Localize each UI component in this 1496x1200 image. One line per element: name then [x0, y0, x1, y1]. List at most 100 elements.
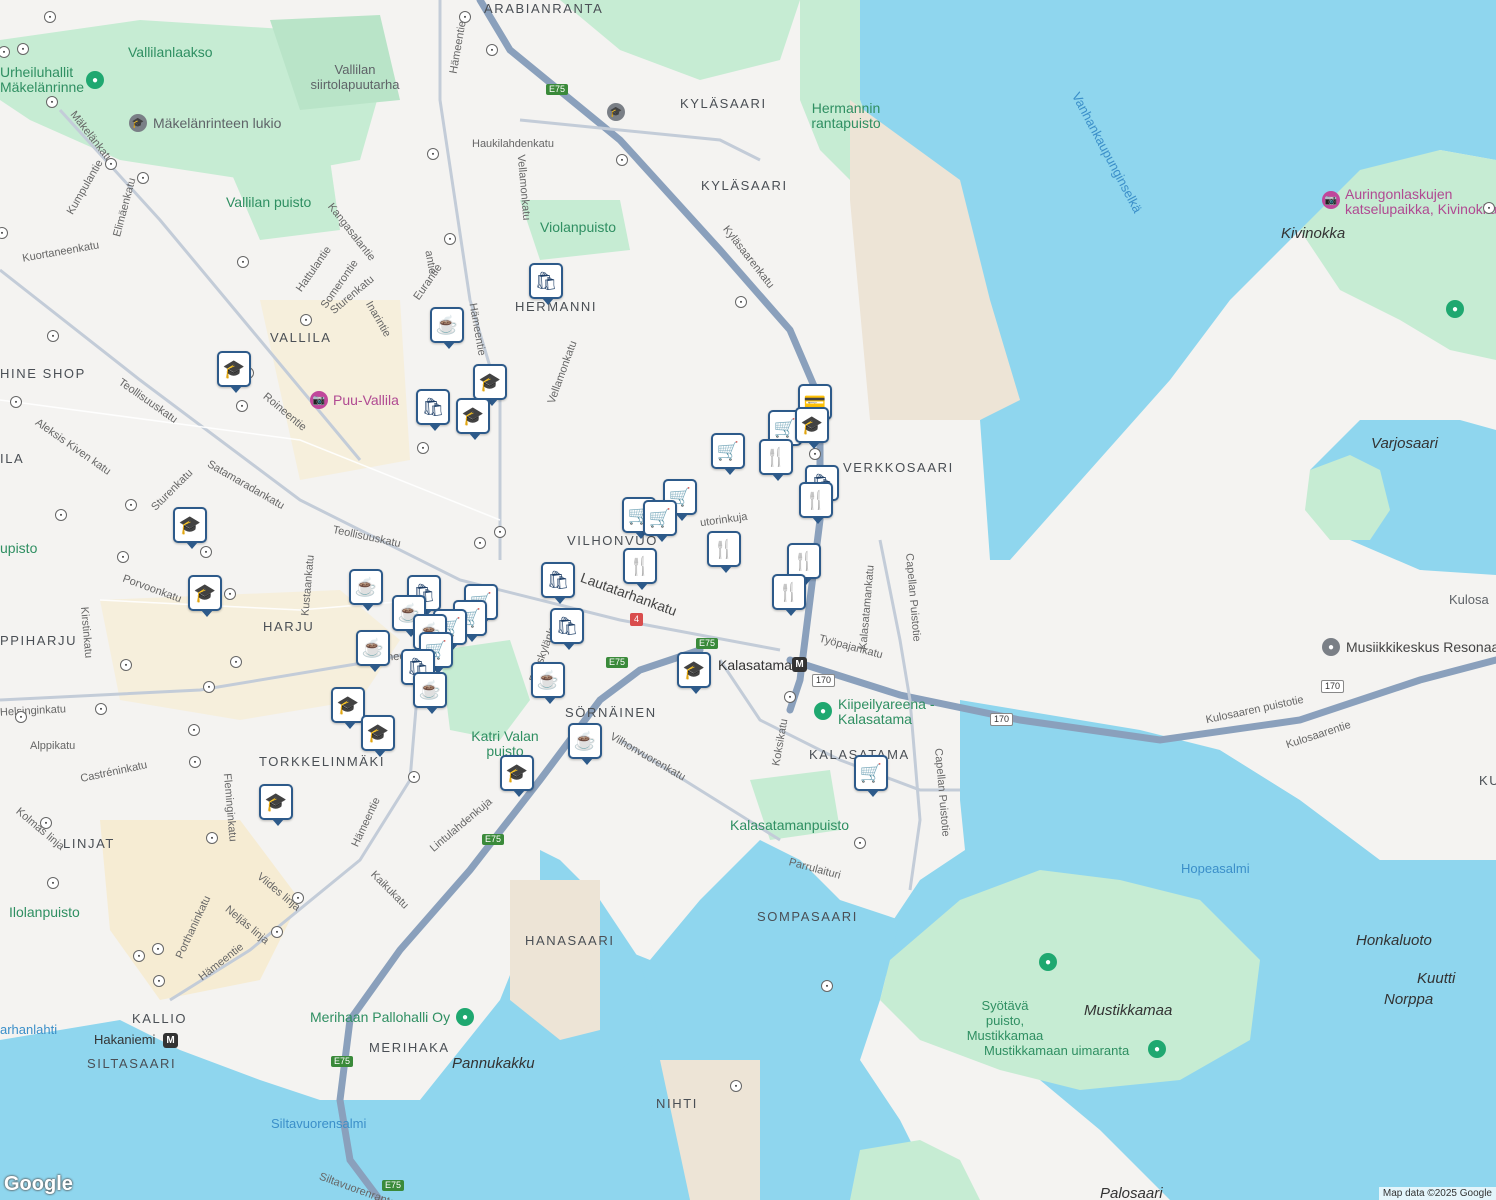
bus-stop-icon[interactable]: ▪	[292, 892, 304, 904]
bus-stop-icon[interactable]: ▪	[730, 1080, 742, 1092]
bus-stop-icon[interactable]: ▪	[189, 756, 201, 768]
poi-pin-cart[interactable]: 🛒	[711, 433, 745, 475]
poi-pin-coffee[interactable]: ☕	[413, 672, 447, 714]
bus-stop-icon[interactable]: ▪	[1483, 202, 1495, 214]
bus-stop-icon[interactable]: ▪	[616, 154, 628, 166]
bus-stop-icon[interactable]: ▪	[459, 11, 471, 23]
poi-pin-shopping-bag[interactable]: 🛍	[416, 389, 450, 431]
poi-pin-shopping-bag[interactable]: 🛍	[541, 562, 575, 604]
bus-stop-icon[interactable]: ▪	[236, 400, 248, 412]
restaurant-icon: 🍴	[712, 538, 736, 559]
metro-station-icon[interactable]: M	[792, 657, 807, 672]
poi-pin-school[interactable]: 🎓	[500, 755, 534, 797]
poi-pin-restaurant[interactable]: 🍴	[707, 531, 741, 573]
bus-stop-icon[interactable]: ▪	[809, 448, 821, 460]
place-marker-green-icon[interactable]: ●	[1148, 1040, 1166, 1058]
poi-pin-cart[interactable]: 🛒	[643, 500, 677, 542]
place-marker-green-icon[interactable]: ●	[1446, 300, 1464, 318]
bus-stop-icon[interactable]: ▪	[206, 832, 218, 844]
poi-pin-restaurant[interactable]: 🍴	[772, 574, 806, 616]
bus-stop-icon[interactable]: ▪	[230, 656, 242, 668]
place-marker-green-icon[interactable]: ●	[86, 71, 104, 89]
bus-stop-icon[interactable]: ▪	[125, 499, 137, 511]
poi-pin-school[interactable]: 🎓	[456, 398, 490, 440]
school-icon: 🎓	[264, 791, 288, 812]
bus-stop-icon[interactable]: ▪	[40, 817, 52, 829]
metro-station-icon[interactable]: M	[163, 1033, 178, 1048]
poi-pin-school[interactable]: 🎓	[361, 715, 395, 757]
poi-pin-school[interactable]: 🎓	[331, 687, 365, 729]
poi-pin-restaurant[interactable]: 🍴	[759, 439, 793, 481]
bus-stop-icon[interactable]: ▪	[224, 588, 236, 600]
bus-stop-icon[interactable]: ▪	[117, 551, 129, 563]
coffee-icon: ☕	[418, 679, 442, 700]
bus-stop-icon[interactable]: ▪	[153, 975, 165, 987]
label-kuutti: Kuutti	[1417, 970, 1456, 987]
bus-stop-icon[interactable]: ▪	[271, 926, 283, 938]
poi-pin-cart[interactable]: 🛒	[854, 755, 888, 797]
poi-pin-restaurant[interactable]: 🍴	[623, 548, 657, 590]
bus-stop-icon[interactable]: ▪	[188, 724, 200, 736]
bus-stop-icon[interactable]: ▪	[137, 172, 149, 184]
poi-pin-school[interactable]: 🎓	[473, 364, 507, 406]
label-vallilanlaakso: Vallilanlaakso	[128, 44, 213, 60]
poi-pin-restaurant[interactable]: 🍴	[799, 482, 833, 524]
shield-e75-sornainen: E75	[606, 657, 629, 668]
bus-stop-icon[interactable]: ▪	[735, 296, 747, 308]
poi-pin-school[interactable]: 🎓	[217, 351, 251, 393]
place-marker-pink-icon[interactable]: 📷	[310, 391, 328, 409]
bus-stop-icon[interactable]: ▪	[854, 837, 866, 849]
bus-stop-icon[interactable]: ▪	[237, 256, 249, 268]
poi-pin-shopping-bag[interactable]: 🛍	[529, 263, 563, 305]
bus-stop-icon[interactable]: ▪	[44, 11, 56, 23]
poi-pin-coffee[interactable]: ☕	[430, 307, 464, 349]
bus-stop-icon[interactable]: ▪	[417, 442, 429, 454]
bus-stop-icon[interactable]: ▪	[10, 396, 22, 408]
bus-stop-icon[interactable]: ▪	[200, 546, 212, 558]
bus-stop-icon[interactable]: ▪	[444, 233, 456, 245]
poi-pin-school[interactable]: 🎓	[795, 407, 829, 449]
poi-pin-shopping-bag[interactable]: 🛍	[550, 608, 584, 650]
bus-stop-icon[interactable]: ▪	[15, 711, 27, 723]
place-marker-gray-icon[interactable]: ●	[1322, 638, 1340, 656]
coffee-icon: ☕	[361, 637, 385, 658]
place-marker-pink-icon[interactable]: 📷	[1322, 191, 1340, 209]
shield-e75-bottom: E75	[382, 1180, 405, 1191]
poi-pin-coffee[interactable]: ☕	[349, 569, 383, 611]
school-icon: 🎓	[366, 722, 390, 743]
poi-pin-coffee[interactable]: ☕	[356, 630, 390, 672]
bus-stop-icon[interactable]: ▪	[17, 43, 29, 55]
bus-stop-icon[interactable]: ▪	[408, 771, 420, 783]
bus-stop-icon[interactable]: ▪	[203, 681, 215, 693]
poi-pin-school[interactable]: 🎓	[173, 507, 207, 549]
poi-pin-school[interactable]: 🎓	[677, 652, 711, 694]
bus-stop-icon[interactable]: ▪	[105, 158, 117, 170]
bus-stop-icon[interactable]: ▪	[95, 703, 107, 715]
map-view[interactable]: ARABIANRANTA Vallilanlaakso Urheiluhalli…	[0, 0, 1496, 1200]
bus-stop-icon[interactable]: ▪	[47, 330, 59, 342]
poi-pin-school[interactable]: 🎓	[188, 575, 222, 617]
label-kylasaari-1: KYLÄSAARI	[680, 96, 767, 111]
bus-stop-icon[interactable]: ▪	[55, 509, 67, 521]
poi-pin-school[interactable]: 🎓	[259, 784, 293, 826]
bus-stop-icon[interactable]: ▪	[821, 980, 833, 992]
poi-pin-coffee[interactable]: ☕	[531, 662, 565, 704]
place-marker-green-icon[interactable]: ●	[1039, 953, 1057, 971]
bus-stop-icon[interactable]: ▪	[152, 943, 164, 955]
street-haukilahdenkatu: Haukilahdenkatu	[472, 138, 554, 150]
place-marker-gray-icon[interactable]: 🎓	[129, 114, 147, 132]
bus-stop-icon[interactable]: ▪	[133, 950, 145, 962]
place-marker-gray-icon[interactable]: 🎓	[607, 103, 625, 121]
bus-stop-icon[interactable]: ▪	[120, 659, 132, 671]
bus-stop-icon[interactable]: ▪	[486, 44, 498, 56]
poi-pin-coffee[interactable]: ☕	[568, 723, 602, 765]
bus-stop-icon[interactable]: ▪	[784, 691, 796, 703]
bus-stop-icon[interactable]: ▪	[47, 877, 59, 889]
place-marker-green-icon[interactable]: ●	[814, 702, 832, 720]
place-marker-green-icon[interactable]: ●	[456, 1008, 474, 1026]
bus-stop-icon[interactable]: ▪	[494, 526, 506, 538]
bus-stop-icon[interactable]: ▪	[427, 148, 439, 160]
bus-stop-icon[interactable]: ▪	[300, 314, 312, 326]
bus-stop-icon[interactable]: ▪	[46, 96, 58, 108]
bus-stop-icon[interactable]: ▪	[474, 537, 486, 549]
